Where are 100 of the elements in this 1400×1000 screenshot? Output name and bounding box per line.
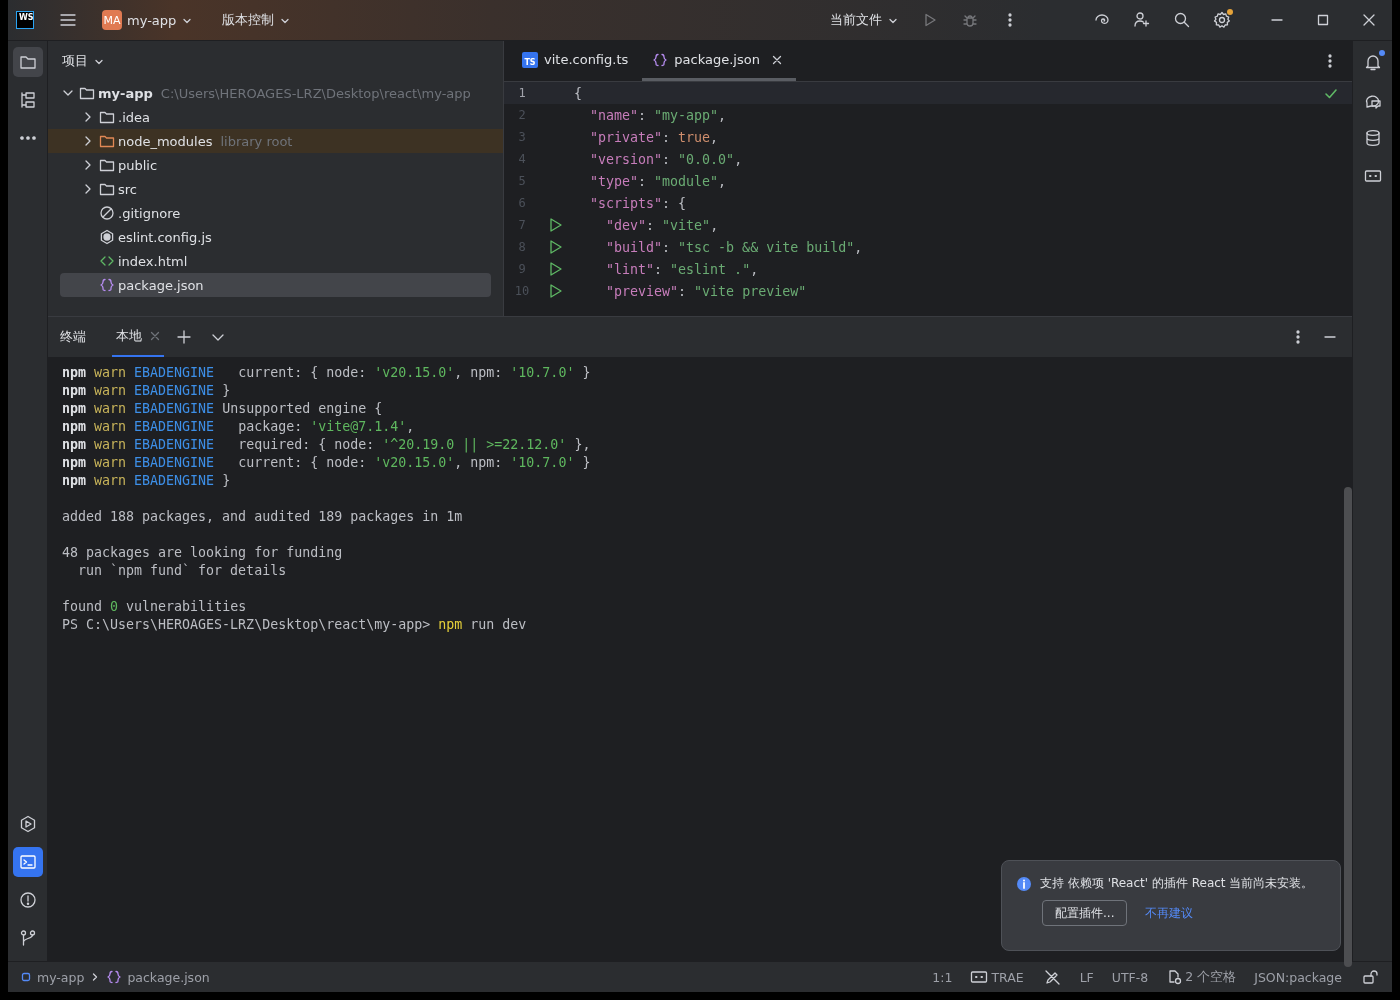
tree-item[interactable]: package.json	[60, 273, 491, 297]
editor-tab[interactable]: TS vite.config.ts	[512, 41, 643, 81]
terminal-line: 48 packages are looking for funding	[62, 544, 344, 562]
info-icon	[1016, 875, 1032, 892]
path-hint: C:\Users\HEROAGES-LRZ\Desktop\react\my-app	[160, 85, 471, 101]
code-line: "version": "0.0.0",	[589, 151, 743, 167]
code-line: "name": "my-app",	[589, 107, 727, 123]
notification-message: 支持 依赖项 'React' 的插件 React 当前尚未安装。	[1040, 875, 1314, 892]
tree-item[interactable]: .idea	[60, 105, 491, 129]
close-icon	[771, 54, 782, 65]
eslint-config-icon	[99, 229, 115, 245]
dismiss-link[interactable]: 不再建议	[1145, 904, 1194, 922]
path-hint: library root	[220, 133, 293, 149]
terminal-line: npm warn EBADENGINE current: { node: 'v20.15.0', npm: '10.7.0' }	[62, 454, 592, 472]
status-item[interactable]: TRAE	[970, 968, 1024, 986]
project-switcher[interactable]: MA my-app	[96, 6, 199, 34]
screen-icon	[970, 968, 989, 986]
terminal-line: npm warn EBADENGINE }	[62, 472, 232, 490]
status-item[interactable]: 2 个空格	[1166, 968, 1237, 986]
run-script-button[interactable]	[548, 261, 564, 277]
play-hexagon-icon	[18, 815, 37, 833]
breadcrumb[interactable]: package.json	[106, 969, 210, 985]
folder-icon	[99, 181, 115, 197]
folder-icon	[99, 157, 115, 173]
warning-icon	[18, 891, 37, 909]
bell-icon	[1363, 53, 1382, 71]
ignore-file-icon	[99, 205, 115, 221]
play-icon	[922, 12, 938, 28]
minimize-icon	[1271, 19, 1283, 21]
folder-icon	[99, 133, 115, 149]
crossed-pencil-icon	[1043, 969, 1060, 985]
breadcrumb[interactable]: my-app	[20, 969, 85, 985]
close-icon	[1361, 12, 1377, 28]
database-icon	[1363, 129, 1382, 147]
run-script-button[interactable]	[548, 217, 564, 233]
tree-item[interactable]: src	[60, 177, 491, 201]
code-line: "build": "tsc -b && vite build",	[605, 239, 863, 255]
status-item[interactable]: 1:1	[932, 969, 953, 985]
tree-item[interactable]: index.html	[60, 249, 491, 273]
minimize-icon	[1324, 336, 1336, 338]
code-line: "scripts": {	[589, 195, 687, 211]
plus-icon	[176, 329, 192, 345]
bug-icon	[962, 12, 978, 28]
close-icon	[150, 331, 160, 341]
screen-icon	[1363, 167, 1382, 185]
branch-icon	[18, 929, 37, 947]
settings-icon	[1213, 11, 1231, 29]
tree-item[interactable]: public	[60, 153, 491, 177]
run-script-button[interactable]	[548, 283, 564, 299]
app-logo: WS	[16, 11, 34, 29]
more-icon	[19, 136, 36, 140]
file-name: index.html	[118, 253, 188, 269]
structure-icon	[18, 91, 37, 109]
project-view-selector[interactable]: 项目	[56, 48, 110, 74]
play-icon	[548, 283, 564, 299]
json-file-icon	[99, 277, 115, 293]
module-icon	[20, 971, 32, 983]
terminal-line: npm warn EBADENGINE package: 'vite@7.1.4',	[62, 418, 416, 436]
code-line: "lint": "eslint .",	[605, 261, 759, 277]
play-icon	[548, 217, 564, 233]
code-line: "private": true,	[589, 129, 719, 145]
json-file-icon	[652, 51, 669, 68]
tree-item[interactable]: node_modules library root	[48, 129, 503, 153]
terminal-line: found 0 vulnerabilities	[62, 598, 248, 616]
vcs-menu[interactable]: 版本控制	[216, 7, 297, 33]
terminal-line: npm warn EBADENGINE }	[62, 382, 232, 400]
terminal-line: npm warn EBADENGINE current: { node: 'v20.15.0', npm: '10.7.0' }	[62, 364, 592, 382]
tree-item[interactable]: my-app C:\Users\HEROAGES-LRZ\Desktop\react\my-app	[60, 81, 491, 105]
status-item[interactable]: LF	[1079, 969, 1094, 985]
run-script-button[interactable]	[548, 239, 564, 255]
maximize-icon	[1315, 12, 1331, 28]
scrollbar[interactable]	[1344, 487, 1352, 967]
folder-icon	[18, 53, 37, 71]
code-line: {	[573, 85, 582, 101]
file-name: public	[118, 157, 158, 173]
terminal-tab[interactable]: 本地	[112, 317, 164, 357]
file-name: .gitignore	[118, 205, 181, 221]
code-line: "preview": "vite preview"	[605, 283, 807, 299]
file-name: src	[118, 181, 137, 197]
unlocked-icon	[1362, 969, 1378, 985]
json-file-icon	[106, 969, 123, 985]
play-icon	[548, 239, 564, 255]
terminal-line: PS C:\Users\HEROAGES-LRZ\Desktop\react\my-app> npm run dev	[62, 616, 528, 634]
terminal-line: npm warn EBADENGINE Unsupported engine {	[62, 400, 384, 418]
file-settings-icon	[1166, 969, 1183, 985]
tree-item[interactable]: .gitignore	[60, 201, 491, 225]
code-line: "type": "module",	[589, 173, 727, 189]
file-name: my-app	[98, 85, 153, 101]
run-config-selector[interactable]: 当前文件	[824, 7, 904, 33]
status-item[interactable]: JSON:package	[1254, 969, 1342, 985]
lock-toggle[interactable]	[1360, 967, 1380, 987]
terminal-line: added 188 packages, and audited 189 packages in 1m	[62, 508, 464, 526]
project-badge: MA	[102, 10, 122, 30]
configure-plugins-button[interactable]: 配置插件...	[1042, 900, 1128, 926]
folder-icon	[99, 109, 115, 125]
status-item[interactable]: UTF-8	[1111, 969, 1149, 985]
line-number: 1	[517, 86, 527, 100]
tree-item[interactable]: eslint.config.js	[60, 225, 491, 249]
terminal-tool-button[interactable]	[12, 847, 43, 877]
project-tool-button[interactable]	[12, 47, 43, 77]
